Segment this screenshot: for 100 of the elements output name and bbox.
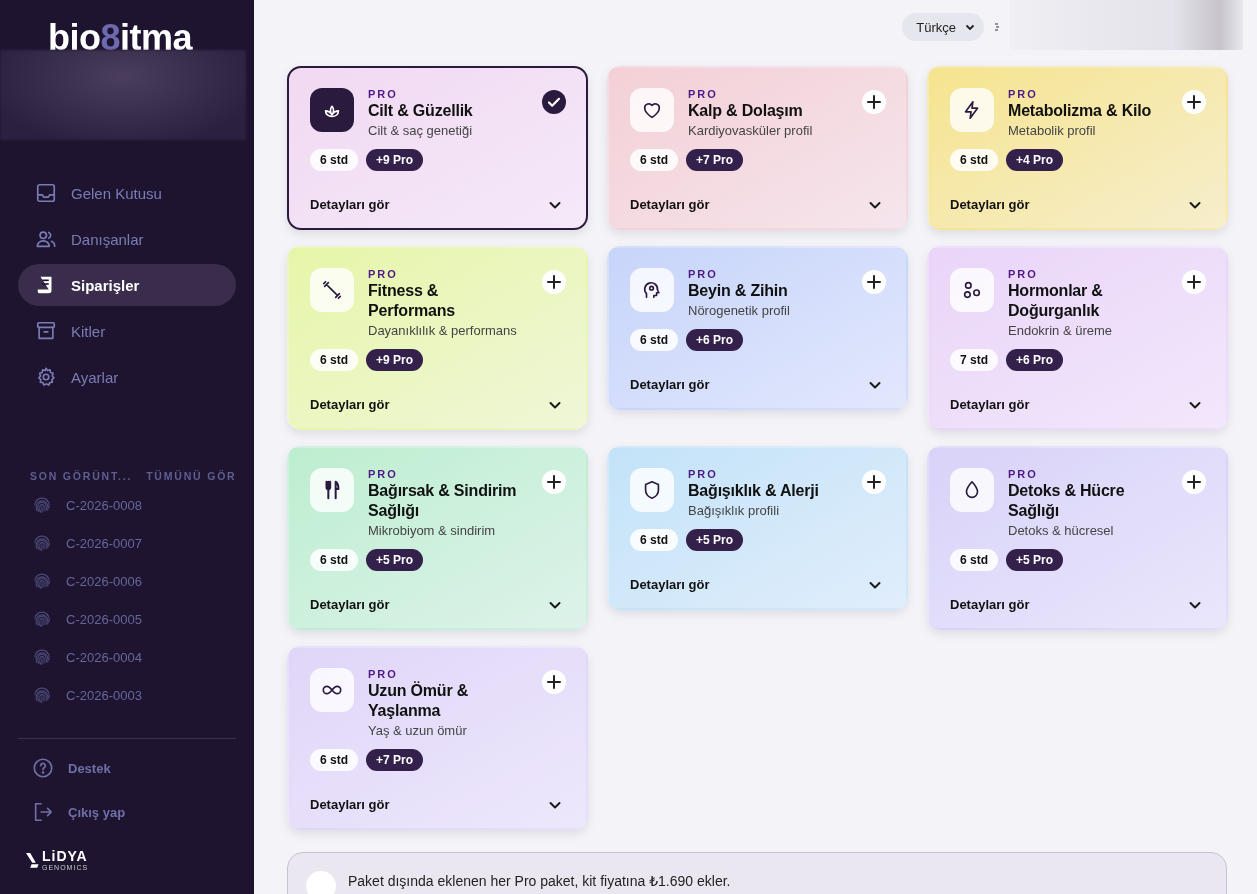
- package-card[interactable]: PRO Hormonlar & Doğurganlık Endokrin & üreme 7 std +6 Pro Detayları gör: [927, 246, 1228, 430]
- add-icon[interactable]: [862, 470, 886, 494]
- checkmark-icon[interactable]: [542, 90, 566, 114]
- support-link[interactable]: Destek: [32, 757, 254, 779]
- package-card[interactable]: PRO Detoks & Hücre Sağlığı Detoks & hücresel 6 std +5 Pro Detayları gör: [927, 446, 1228, 630]
- nav-item[interactable]: Danışanlar: [18, 218, 236, 260]
- package-subtitle: Cilt & saç genetiği: [368, 123, 474, 138]
- add-icon[interactable]: [862, 270, 886, 294]
- details-link[interactable]: Detayları gör: [310, 197, 390, 212]
- add-icon[interactable]: [1182, 470, 1206, 494]
- pro-label: PRO: [1008, 268, 1039, 280]
- brain-icon: [641, 279, 663, 301]
- pro-count-tag: +5 Pro: [686, 529, 744, 551]
- pro-label: PRO: [368, 88, 399, 100]
- details-link[interactable]: Detayları gör: [310, 397, 390, 412]
- pro-label: PRO: [368, 268, 399, 280]
- package-card[interactable]: PRO Beyin & Zihin Nörogenetik profil 6 std +6 Pro Detayları gör: [607, 246, 908, 410]
- fingerprint-icon: [32, 495, 52, 515]
- add-icon[interactable]: [862, 90, 886, 114]
- package-title: Beyin & Zihin: [688, 281, 789, 301]
- standard-count-tag: 6 std: [630, 329, 678, 351]
- logout-link[interactable]: Çıkış yap: [32, 801, 254, 823]
- details-link[interactable]: Detayları gör: [950, 397, 1030, 412]
- package-title: Hormonlar & Doğurganlık: [1008, 281, 1104, 321]
- pro-label: PRO: [1008, 88, 1039, 100]
- package-subtitle: Bağışıklık profili: [688, 503, 781, 518]
- pro-label: PRO: [1008, 468, 1039, 480]
- details-link[interactable]: Detayları gör: [630, 577, 710, 592]
- pro-label: PRO: [368, 468, 399, 480]
- pro-count-tag: +6 Pro: [1006, 349, 1064, 371]
- fingerprint-icon: [32, 571, 52, 591]
- add-icon[interactable]: [542, 670, 566, 694]
- nav-item[interactable]: Gelen Kutusu: [18, 172, 236, 214]
- add-icon[interactable]: [1182, 90, 1206, 114]
- details-link[interactable]: Detayları gör: [310, 597, 390, 612]
- nav-item[interactable]: Siparişler: [18, 264, 236, 306]
- pro-label: PRO: [368, 668, 399, 680]
- details-link[interactable]: Detayları gör: [950, 597, 1030, 612]
- pro-count-tag: +9 Pro: [366, 149, 424, 171]
- add-icon[interactable]: [1182, 270, 1206, 294]
- fingerprint-icon: [32, 647, 52, 667]
- pro-count-tag: +5 Pro: [366, 549, 424, 571]
- language-select[interactable]: Türkçe: [902, 13, 984, 41]
- fingerprint-icon: [32, 685, 52, 705]
- package-subtitle: Endokrin & üreme: [1008, 323, 1114, 338]
- nav-item[interactable]: Ayarlar: [18, 356, 236, 398]
- pro-count-tag: +5 Pro: [1006, 549, 1064, 571]
- info-text: Paket dışında eklenen her Pro paket, kit fiyatına ₺1.690 ekler.: [348, 873, 731, 889]
- standard-count-tag: 6 std: [310, 549, 358, 571]
- circles-icon: [961, 279, 983, 301]
- pro-count-tag: +9 Pro: [366, 349, 424, 371]
- package-title: Metabolizma & Kilo: [1008, 101, 1153, 121]
- pro-count-tag: +4 Pro: [1006, 149, 1064, 171]
- package-subtitle: Nörogenetik profil: [688, 303, 791, 318]
- add-icon[interactable]: [542, 470, 566, 494]
- package-card[interactable]: PRO Cilt & Güzellik Cilt & saç genetiği 6 std +9 Pro Detayları gör: [287, 66, 588, 230]
- package-title: Bağırsak & Sindirim Sağlığı: [368, 481, 518, 521]
- standard-count-tag: 7 std: [950, 349, 998, 371]
- logout-icon: [32, 801, 54, 823]
- package-title: Fitness & Performans: [368, 281, 456, 321]
- package-card[interactable]: PRO Fitness & Performans Dayanıklılık & performans 6 std +9 Pro Detayları gör: [287, 246, 588, 430]
- package-card[interactable]: PRO Bağırsak & Sindirim Sağlığı Mikrobiyom & sindirim 6 std +5 Pro Detayları gör: [287, 446, 588, 630]
- details-link[interactable]: Detayları gör: [310, 797, 390, 812]
- brand-name: LiDYA: [42, 849, 89, 863]
- pro-label: PRO: [688, 468, 719, 480]
- users-icon: [35, 228, 57, 250]
- standard-count-tag: 6 std: [630, 529, 678, 551]
- help-icon: [32, 757, 54, 779]
- package-title: Detoks & Hücre Sağlığı: [1008, 481, 1126, 521]
- package-subtitle: Detoks & hücresel: [1008, 523, 1115, 538]
- standard-count-tag: 6 std: [950, 149, 998, 171]
- package-subtitle: Kardiyovasküler profil: [688, 123, 814, 138]
- settings-icon: [35, 366, 57, 388]
- package-card[interactable]: PRO Metabolizma & Kilo Metabolik profil 6 std +4 Pro Detayları gör: [927, 66, 1228, 230]
- standard-count-tag: 6 std: [310, 149, 358, 171]
- details-link[interactable]: Detayları gör: [950, 197, 1030, 212]
- package-title: Kalp & Dolaşım: [688, 101, 804, 121]
- add-icon[interactable]: [542, 270, 566, 294]
- package-title: Bağışıklık & Alerji: [688, 481, 820, 501]
- package-card[interactable]: PRO Uzun Ömür & Yaşlanma Yaş & uzun ömür 6 std +7 Pro Detayları gör: [287, 646, 588, 830]
- fingerprint-icon: [32, 609, 52, 629]
- package-subtitle: Metabolik profil: [1008, 123, 1097, 138]
- details-link[interactable]: Detayları gör: [630, 197, 710, 212]
- pro-count-tag: +7 Pro: [686, 149, 744, 171]
- logo: bio8itma: [48, 18, 194, 50]
- standard-count-tag: 6 std: [950, 549, 998, 571]
- standard-count-tag: 6 std: [630, 149, 678, 171]
- package-card[interactable]: PRO Bağışıklık & Alerji Bağışıklık profili 6 std +5 Pro Detayları gör: [607, 446, 908, 610]
- details-link[interactable]: Detayları gör: [630, 377, 710, 392]
- inbox-icon: [35, 182, 57, 204]
- nav-item[interactable]: Kitler: [18, 310, 236, 352]
- section-title: SON GÖRÜNT...: [30, 470, 133, 482]
- dumbbell-icon: [321, 279, 343, 301]
- package-subtitle: Mikrobiyom & sindirim: [368, 523, 497, 538]
- pro-count-tag: +6 Pro: [686, 329, 744, 351]
- pro-label: PRO: [688, 268, 719, 280]
- fingerprint-icon: [32, 533, 52, 553]
- package-card[interactable]: PRO Kalp & Dolaşım Kardiyovasküler profil 6 std +7 Pro Detayları gör: [607, 66, 908, 230]
- package-title: Cilt & Güzellik: [368, 101, 474, 121]
- pro-count-tag: +7 Pro: [366, 749, 424, 771]
